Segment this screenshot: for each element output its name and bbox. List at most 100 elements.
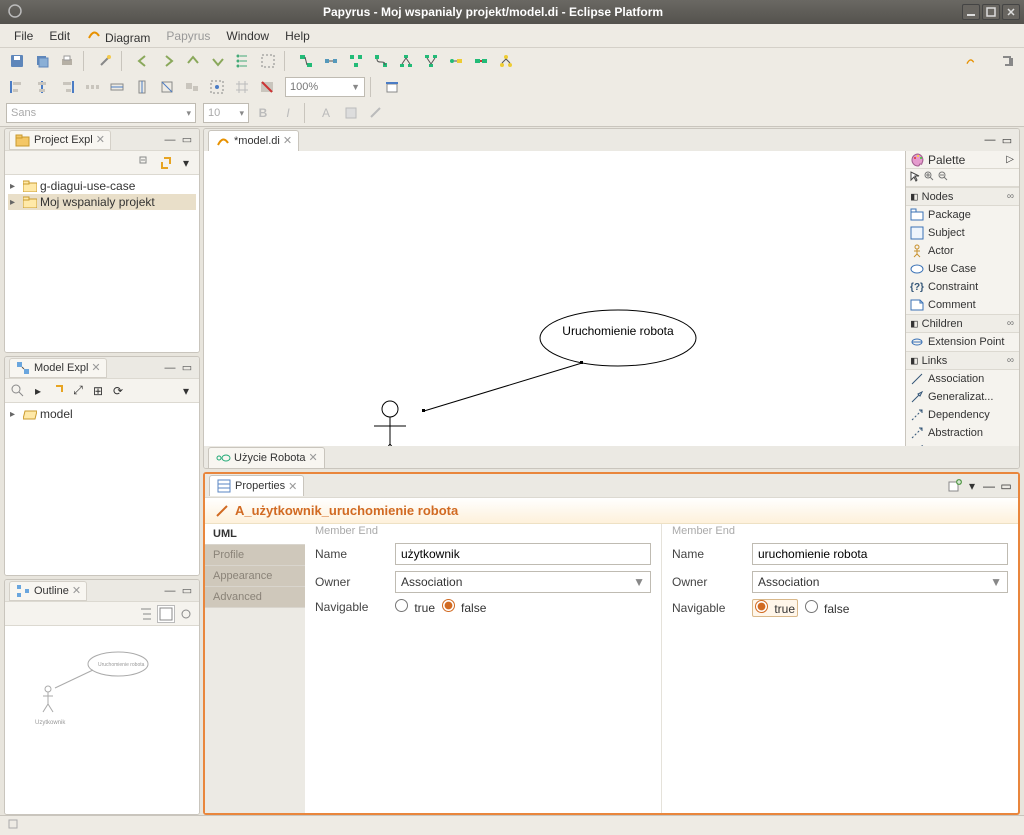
snap-grid-button[interactable]: [231, 76, 253, 98]
palette-section-nodes[interactable]: ◧Nodes∞: [906, 187, 1019, 206]
maximize-view-button[interactable]: ▭: [998, 478, 1014, 494]
collapse-all-button[interactable]: [137, 154, 155, 172]
palette-item-dependency[interactable]: Dependency: [906, 406, 1019, 424]
fill-color-button[interactable]: [340, 102, 362, 124]
pointer-tool[interactable]: [909, 170, 921, 185]
link-editor-button[interactable]: [157, 154, 175, 172]
outline-thumb-button[interactable]: [157, 605, 175, 623]
zoom-out-tool[interactable]: [937, 170, 949, 185]
outline-thumbnail[interactable]: Uzytkownik Uruchomienie robota: [5, 626, 199, 814]
minimize-view-button[interactable]: —: [162, 583, 178, 599]
me-toolbar3[interactable]: [49, 382, 67, 400]
palette-item-abstraction[interactable]: Abstraction: [906, 424, 1019, 442]
project-item[interactable]: ▸ Moj wspanialy projekt: [8, 194, 196, 210]
graph8-button[interactable]: [470, 50, 492, 72]
close-tab-icon[interactable]: ✕: [91, 361, 100, 374]
distribute-button[interactable]: [81, 76, 103, 98]
right-name-input[interactable]: [752, 543, 1008, 565]
palette-item-comment[interactable]: Comment: [906, 296, 1019, 314]
statusbar-icon[interactable]: [6, 817, 20, 834]
italic-button[interactable]: I: [277, 102, 299, 124]
editor-tab[interactable]: *model.di ✕: [208, 130, 299, 151]
font-family-combo[interactable]: Sans▾: [6, 103, 196, 123]
expand-icon[interactable]: ▸: [10, 409, 20, 420]
close-tab-icon[interactable]: ✕: [309, 451, 318, 464]
wand-button[interactable]: [94, 50, 116, 72]
maximize-button[interactable]: [982, 4, 1000, 20]
expand-icon[interactable]: ▸: [10, 181, 20, 192]
print-button[interactable]: [56, 50, 78, 72]
palette-item-extpoint[interactable]: Extension Point: [906, 333, 1019, 351]
save-all-button[interactable]: [31, 50, 53, 72]
palette-item-association[interactable]: Association: [906, 370, 1019, 388]
bold-button[interactable]: B: [252, 102, 274, 124]
graph2-button[interactable]: [320, 50, 342, 72]
font-size-combo[interactable]: 10▾: [203, 103, 249, 123]
graph7-button[interactable]: [445, 50, 467, 72]
palette-item-usecase[interactable]: Use Case: [906, 260, 1019, 278]
align-right-button[interactable]: [56, 76, 78, 98]
palette-section-children[interactable]: ◧Children∞: [906, 314, 1019, 333]
font-color-button[interactable]: A: [315, 102, 337, 124]
palette-item-package[interactable]: Package: [906, 206, 1019, 224]
perspective-papyrus-button[interactable]: [953, 50, 993, 72]
new-view-button[interactable]: [947, 478, 963, 494]
left-nav-true[interactable]: true: [395, 599, 435, 615]
graph5-button[interactable]: [395, 50, 417, 72]
system-menu-icon[interactable]: [4, 4, 26, 21]
align-left-button[interactable]: [6, 76, 28, 98]
left-owner-select[interactable]: Association▼: [395, 571, 651, 593]
minimize-button[interactable]: [962, 4, 980, 20]
select-all-button[interactable]: [257, 50, 279, 72]
minimize-view-button[interactable]: —: [162, 360, 178, 376]
graph9-button[interactable]: [495, 50, 517, 72]
nav-back-button[interactable]: [132, 50, 154, 72]
project-item[interactable]: ▸ g-diagui-use-case: [8, 178, 196, 194]
outline-tab[interactable]: Outline ✕: [9, 581, 87, 601]
match-width-button[interactable]: [106, 76, 128, 98]
menu-help[interactable]: Help: [277, 27, 318, 45]
maximize-view-button[interactable]: ▭: [179, 132, 195, 148]
left-name-input[interactable]: [395, 543, 651, 565]
palette-collapse-button[interactable]: ▷: [1006, 154, 1014, 165]
graph3-button[interactable]: [345, 50, 367, 72]
me-toolbar2[interactable]: ▸: [29, 382, 47, 400]
association-line[interactable]: [424, 363, 582, 411]
prop-cat-profile[interactable]: Profile: [205, 545, 305, 566]
graph4-button[interactable]: [370, 50, 392, 72]
match-height-button[interactable]: [131, 76, 153, 98]
menu-edit[interactable]: Edit: [41, 27, 78, 45]
prop-cat-appearance[interactable]: Appearance: [205, 566, 305, 587]
zoom-combo[interactable]: 100%▼: [285, 77, 365, 97]
model-root-item[interactable]: ▸ model: [8, 406, 196, 422]
minimize-editor-button[interactable]: —: [982, 132, 998, 148]
diagram-canvas[interactable]: Uruchomienie robota Użytkownik: [204, 151, 1019, 446]
menu-diagram[interactable]: Diagram: [78, 24, 158, 47]
nav-down-button[interactable]: [207, 50, 229, 72]
view-menu-button[interactable]: ▾: [964, 478, 980, 494]
prop-cat-advanced[interactable]: Advanced: [205, 587, 305, 608]
arrange-tree-button[interactable]: [232, 50, 254, 72]
left-nav-false[interactable]: false: [442, 599, 487, 615]
menu-file[interactable]: File: [6, 27, 41, 45]
maximize-editor-button[interactable]: ▭: [999, 132, 1015, 148]
properties-tab[interactable]: Properties ✕: [209, 475, 304, 496]
maximize-view-button[interactable]: ▭: [179, 583, 195, 599]
perspective-mgr-button[interactable]: [996, 50, 1018, 72]
maximize-view-button[interactable]: ▭: [179, 360, 195, 376]
align-center-button[interactable]: [31, 76, 53, 98]
minimize-view-button[interactable]: —: [981, 478, 997, 494]
me-toolbar6[interactable]: ⟳: [109, 382, 127, 400]
hide-button[interactable]: [256, 76, 278, 98]
diagram-sub-tab[interactable]: Użycie Robota ✕: [208, 447, 325, 468]
usecase-node[interactable]: [540, 310, 696, 366]
nav-forward-button[interactable]: [157, 50, 179, 72]
right-nav-true[interactable]: true: [752, 599, 798, 617]
palette-item-actor[interactable]: Actor: [906, 242, 1019, 260]
palette-section-links[interactable]: ◧Links∞: [906, 351, 1019, 370]
outline-link-button[interactable]: [177, 605, 195, 623]
actor-node[interactable]: [374, 401, 406, 446]
graph6-button[interactable]: [420, 50, 442, 72]
me-toolbar4[interactable]: ⤢: [69, 382, 87, 400]
save-button[interactable]: [6, 50, 28, 72]
